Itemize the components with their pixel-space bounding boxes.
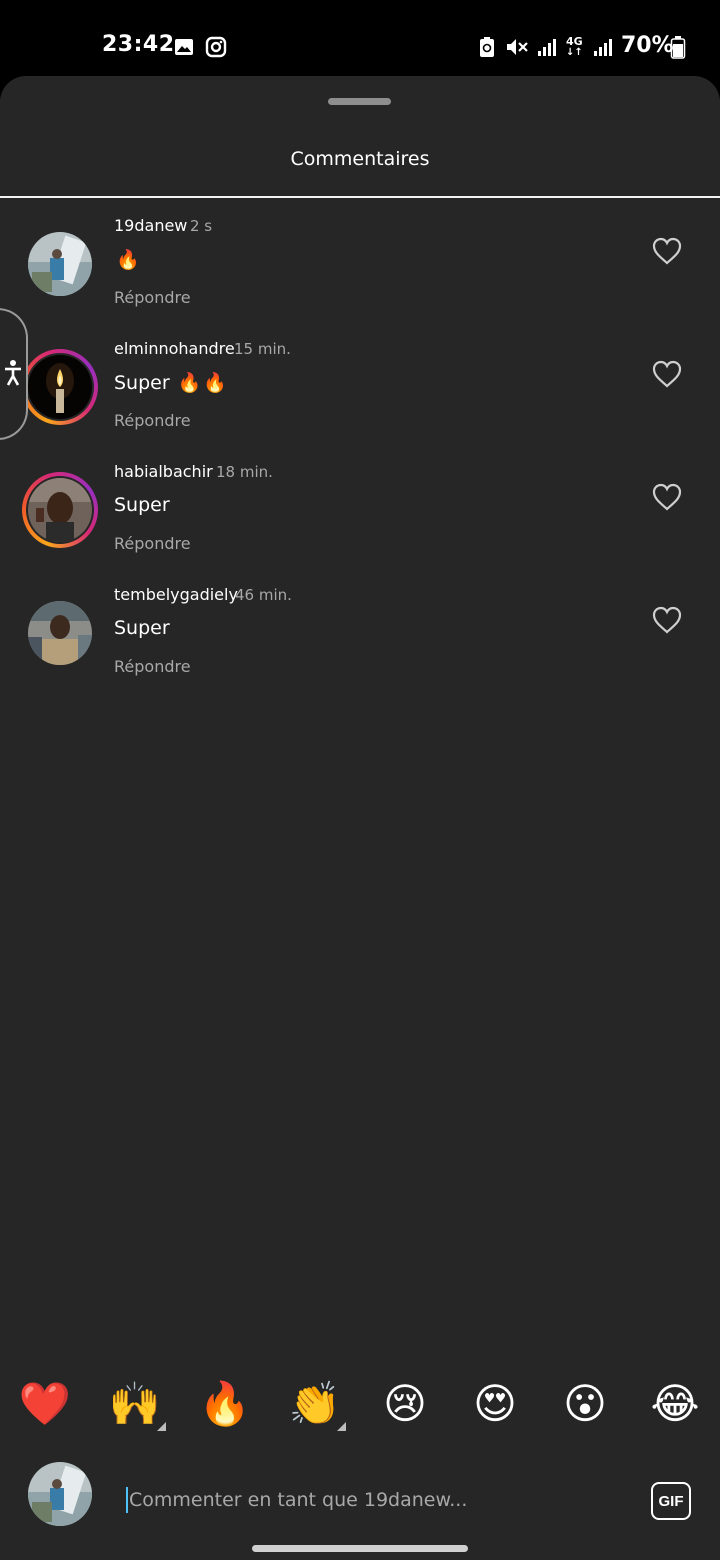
emoji-heart-eyes[interactable]: 😍 — [467, 1376, 523, 1432]
like-heart-icon[interactable] — [651, 236, 683, 266]
reply-button[interactable]: Répondre — [114, 288, 191, 307]
drag-handle[interactable] — [328, 98, 391, 105]
battery-icon — [670, 34, 686, 60]
comment-text-content: Super — [114, 494, 170, 516]
gif-button[interactable]: GIF — [651, 1482, 691, 1520]
sheet-title: Commentaires — [290, 148, 430, 170]
comment-username[interactable]: 19danew — [114, 216, 187, 235]
quick-emoji-bar: ❤️ 🙌 🔥 👏 😢 😍 😮 😂 — [0, 1376, 720, 1456]
avatar-image — [28, 1462, 92, 1526]
sheet-divider — [0, 196, 720, 198]
emoji-heart[interactable]: ❤️ — [17, 1376, 73, 1432]
comment-timestamp: 2 s — [190, 217, 213, 235]
comment-timestamp: 46 min. — [235, 586, 292, 604]
emoji-clapping-hands[interactable]: 👏 — [287, 1376, 343, 1432]
reply-button[interactable]: Répondre — [114, 411, 191, 430]
comment-username[interactable]: tembelygadiely — [114, 585, 238, 604]
like-heart-icon[interactable] — [651, 359, 683, 389]
comment-text-content: Super — [114, 371, 170, 394]
gallery-notification-icon — [174, 34, 194, 60]
comment-text: Super — [114, 617, 170, 639]
comment-username[interactable]: elminnohandre — [114, 339, 235, 358]
instagram-notification-icon — [205, 34, 227, 60]
comment-item: elminnohandre 15 min. Super 🔥 🔥 Répondre — [0, 339, 720, 459]
avatar[interactable] — [22, 226, 98, 302]
comment-text: Super 🔥 🔥 — [114, 371, 228, 395]
signal-icon-2 — [593, 34, 613, 60]
accessibility-icon[interactable] — [2, 358, 24, 388]
emoji-crying[interactable]: 😢 — [377, 1376, 433, 1432]
comment-timestamp: 18 min. — [216, 463, 273, 481]
emoji-tears-of-joy[interactable]: 😂 — [647, 1376, 703, 1432]
comment-text: 🔥 — [114, 248, 140, 271]
battery-saver-icon — [479, 34, 495, 60]
skin-tone-indicator-icon — [337, 1422, 346, 1431]
comment-text: Super — [114, 494, 170, 516]
fire-emoji: 🔥 — [116, 249, 140, 271]
comment-username[interactable]: habialbachir — [114, 462, 213, 481]
comment-item: habialbachir 18 min. Super Répondre — [0, 462, 720, 582]
signal-icon-1 — [537, 34, 557, 60]
avatar-image — [28, 478, 92, 542]
reply-button[interactable]: Répondre — [114, 534, 191, 553]
avatar[interactable] — [22, 595, 98, 671]
comment-text-content: Super — [114, 617, 170, 639]
home-indicator[interactable] — [252, 1545, 468, 1552]
comment-item: 19danew 2 s 🔥 Répondre — [0, 216, 720, 336]
emoji-surprised[interactable]: 😮 — [557, 1376, 613, 1432]
mute-icon — [505, 34, 529, 60]
battery-percentage: 70% — [621, 33, 674, 58]
avatar[interactable] — [22, 349, 98, 425]
network-type-label: 4G — [566, 35, 583, 48]
comment-input-placeholder: Commenter en tant que 19danew... — [129, 1489, 468, 1511]
composer-avatar — [22, 1456, 98, 1532]
avatar-image — [28, 601, 92, 665]
like-heart-icon[interactable] — [651, 605, 683, 635]
text-caret — [126, 1487, 128, 1513]
like-heart-icon[interactable] — [651, 482, 683, 512]
avatar-image — [28, 232, 92, 296]
network-type-icon: 4G ↓↑ — [566, 35, 583, 58]
fire-emoji: 🔥 — [203, 372, 228, 394]
emoji-raising-hands[interactable]: 🙌 — [107, 1376, 163, 1432]
comment-item: tembelygadiely 46 min. Super Répondre — [0, 585, 720, 705]
skin-tone-indicator-icon — [157, 1422, 166, 1431]
reply-button[interactable]: Répondre — [114, 657, 191, 676]
comment-composer: Commenter en tant que 19danew... GIF — [0, 1452, 720, 1552]
avatar-image — [28, 355, 92, 419]
avatar[interactable] — [22, 472, 98, 548]
status-time: 23:42 — [102, 32, 175, 57]
emoji-fire[interactable]: 🔥 — [197, 1376, 253, 1432]
comment-timestamp: 15 min. — [234, 340, 291, 358]
fire-emoji: 🔥 — [177, 372, 202, 394]
comments-sheet: Commentaires 19danew 2 s 🔥 Répondre elmi… — [0, 76, 720, 1560]
comment-input[interactable]: Commenter en tant que 19danew... — [126, 1480, 626, 1520]
